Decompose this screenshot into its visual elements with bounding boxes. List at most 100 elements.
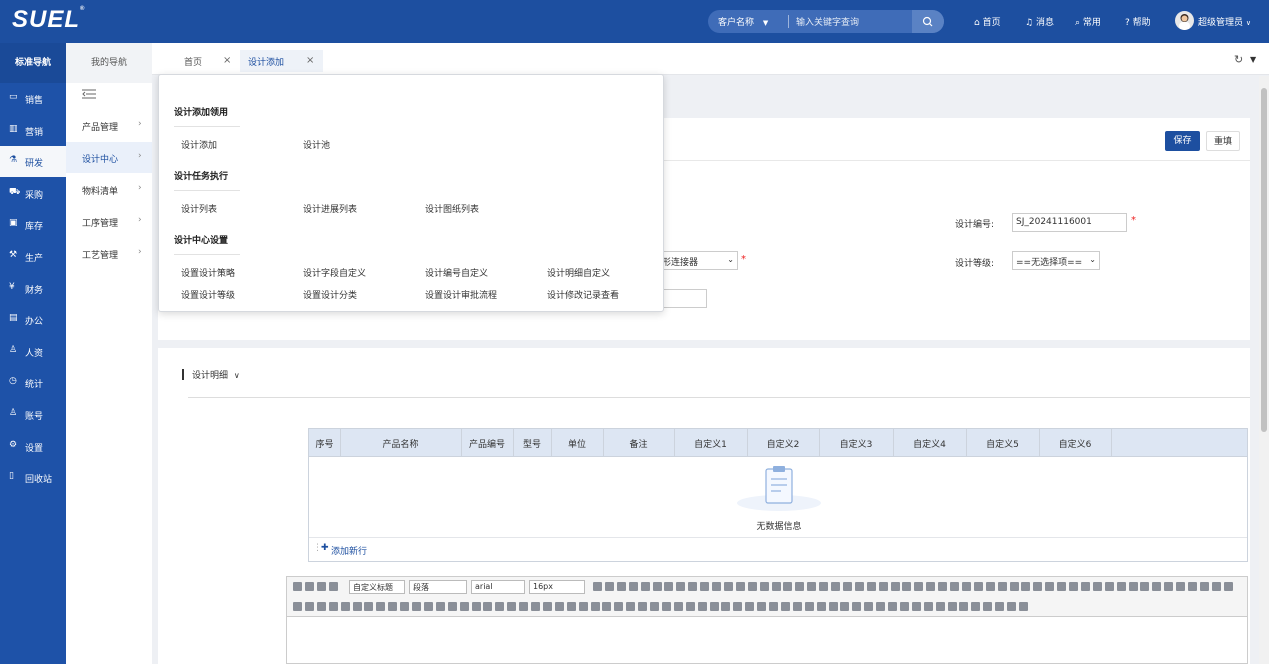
- search-input[interactable]: 输入关键字查询: [796, 15, 859, 28]
- toolbar-button-icon[interactable]: [316, 602, 326, 611]
- toolbar-button-icon[interactable]: [329, 582, 338, 591]
- design-level-select[interactable]: ==无选择项== ⌄: [1012, 251, 1100, 270]
- toolbar-button-icon[interactable]: [876, 602, 886, 611]
- menu-item[interactable]: 设计进展列表: [303, 202, 357, 215]
- toolbar-button-icon[interactable]: [688, 582, 698, 591]
- nav-home[interactable]: ⌂ 首页: [974, 15, 1001, 28]
- toolbar-button-icon[interactable]: [483, 602, 493, 611]
- subnav-item-2[interactable]: 设计中心 ›: [66, 142, 152, 173]
- toolbar-button-icon[interactable]: [985, 582, 995, 591]
- menu-item[interactable]: 设计列表: [181, 202, 217, 215]
- toolbar-button-icon[interactable]: [747, 582, 757, 591]
- menu-item[interactable]: 设计字段自定义: [303, 266, 366, 279]
- toolbar-button-icon[interactable]: [593, 582, 602, 591]
- toolbar-button-icon[interactable]: [590, 602, 600, 611]
- toolbar-button-icon[interactable]: [519, 602, 529, 611]
- close-icon[interactable]: ×: [306, 55, 314, 66]
- toolbar-button-icon[interactable]: [961, 582, 971, 591]
- toolbar-button-icon[interactable]: [1057, 582, 1067, 591]
- menu-item[interactable]: 设置设计分类: [303, 288, 357, 301]
- sidebar-item-2[interactable]: ▥ 营销: [0, 115, 66, 146]
- toolbar-button-icon[interactable]: [1199, 582, 1209, 591]
- toolbar-button-icon[interactable]: [1188, 582, 1197, 591]
- design-no-field[interactable]: SJ_20241116001: [1012, 213, 1127, 232]
- toolbar-button-icon[interactable]: [1092, 582, 1102, 591]
- toolbar-button-icon[interactable]: [697, 602, 707, 611]
- toolbar-button-icon[interactable]: [914, 582, 924, 591]
- tab-standard-nav[interactable]: 标准导航: [0, 43, 66, 83]
- toolbar-button-icon[interactable]: [807, 582, 817, 591]
- toolbar-button-icon[interactable]: [566, 602, 576, 611]
- toolbar-button-icon[interactable]: [435, 602, 445, 611]
- toolbar-button-icon[interactable]: [293, 602, 302, 611]
- toolbar-button-icon[interactable]: [783, 582, 793, 591]
- toolbar-button-icon[interactable]: [1104, 582, 1114, 591]
- toolbar-button-icon[interactable]: [852, 602, 862, 611]
- toolbar-button-icon[interactable]: [973, 582, 983, 591]
- toolbar-button-icon[interactable]: [447, 602, 457, 611]
- subnav-item-3[interactable]: 物料清单 ›: [66, 174, 152, 205]
- toolbar-button-icon[interactable]: [745, 602, 755, 611]
- toolbar-button-icon[interactable]: [804, 602, 814, 611]
- toolbar-button-icon[interactable]: [1045, 582, 1055, 591]
- toolbar-button-icon[interactable]: [938, 582, 948, 591]
- toolbar-button-icon[interactable]: [733, 602, 743, 611]
- toolbar-button-icon[interactable]: [757, 602, 767, 611]
- toolbar-button-icon[interactable]: [554, 602, 564, 611]
- toolbar-button-icon[interactable]: [676, 582, 686, 591]
- nav-help[interactable]: ? 帮助: [1125, 15, 1151, 28]
- toolbar-button-icon[interactable]: [495, 602, 505, 611]
- toolbar-button-icon[interactable]: [304, 602, 314, 611]
- toolbar-button-icon[interactable]: [866, 582, 876, 591]
- toolbar-button-icon[interactable]: [1021, 582, 1031, 591]
- toolbar-button-icon[interactable]: [899, 602, 909, 611]
- toolbar-button-icon[interactable]: [840, 602, 850, 611]
- sidebar-item-8[interactable]: ▤ 办公: [0, 304, 66, 335]
- toolbar-button-icon[interactable]: [780, 602, 790, 611]
- toolbar-button-icon[interactable]: [640, 582, 650, 591]
- sidebar-item-6[interactable]: ⚒ 生产: [0, 241, 66, 272]
- tab-home[interactable]: 首页 ×: [184, 50, 238, 72]
- font-select[interactable]: arial: [471, 580, 525, 594]
- toolbar-button-icon[interactable]: [352, 602, 362, 611]
- add-row-button[interactable]: ⋮ ✚ 添加新行: [309, 537, 1247, 561]
- search-button[interactable]: [912, 10, 944, 33]
- toolbar-button-icon[interactable]: [638, 602, 648, 611]
- toolbar-button-icon[interactable]: [685, 602, 695, 611]
- menu-item[interactable]: 设置设计等级: [181, 288, 235, 301]
- toolbar-button-icon[interactable]: [1164, 582, 1174, 591]
- toolbar-button-icon[interactable]: [652, 582, 662, 591]
- toolbar-button-icon[interactable]: [1009, 582, 1019, 591]
- toolbar-button-icon[interactable]: [673, 602, 683, 611]
- sidebar-item-4[interactable]: ⛟ 采购: [0, 178, 66, 209]
- caret-down-icon[interactable]: ▼: [1250, 55, 1256, 64]
- toolbar-button-icon[interactable]: [926, 582, 936, 591]
- subnav-item-5[interactable]: 工艺管理 ›: [66, 238, 152, 269]
- toolbar-button-icon[interactable]: [459, 602, 469, 611]
- toolbar-button-icon[interactable]: [628, 582, 638, 591]
- sidebar-item-5[interactable]: ▣ 库存: [0, 209, 66, 240]
- toolbar-button-icon[interactable]: [771, 582, 781, 591]
- menu-item[interactable]: 设计池: [303, 138, 330, 151]
- menu-item[interactable]: 设计明细自定义: [547, 266, 610, 279]
- toolbar-button-icon[interactable]: [650, 602, 659, 611]
- toolbar-button-icon[interactable]: [1080, 582, 1090, 591]
- toolbar-button-icon[interactable]: [795, 582, 805, 591]
- toolbar-button-icon[interactable]: [700, 582, 710, 591]
- toolbar-button-icon[interactable]: [890, 582, 900, 591]
- toolbar-button-icon[interactable]: [983, 602, 993, 611]
- subnav-item-1[interactable]: 产品管理 ›: [66, 110, 152, 141]
- toolbar-button-icon[interactable]: [1033, 582, 1043, 591]
- toolbar-button-icon[interactable]: [604, 582, 614, 591]
- toolbar-button-icon[interactable]: [947, 602, 957, 611]
- toolbar-button-icon[interactable]: [911, 602, 921, 611]
- sidebar-item-12[interactable]: ⚙ 设置: [0, 431, 66, 462]
- toolbar-button-icon[interactable]: [950, 582, 959, 591]
- toolbar-button-icon[interactable]: [578, 602, 588, 611]
- toolbar-button-icon[interactable]: [542, 602, 552, 611]
- toolbar-button-icon[interactable]: [317, 582, 326, 591]
- toolbar-button-icon[interactable]: [305, 582, 314, 591]
- toolbar-button-icon[interactable]: [1223, 582, 1233, 591]
- toolbar-button-icon[interactable]: [1140, 582, 1150, 591]
- close-icon[interactable]: ×: [223, 55, 231, 66]
